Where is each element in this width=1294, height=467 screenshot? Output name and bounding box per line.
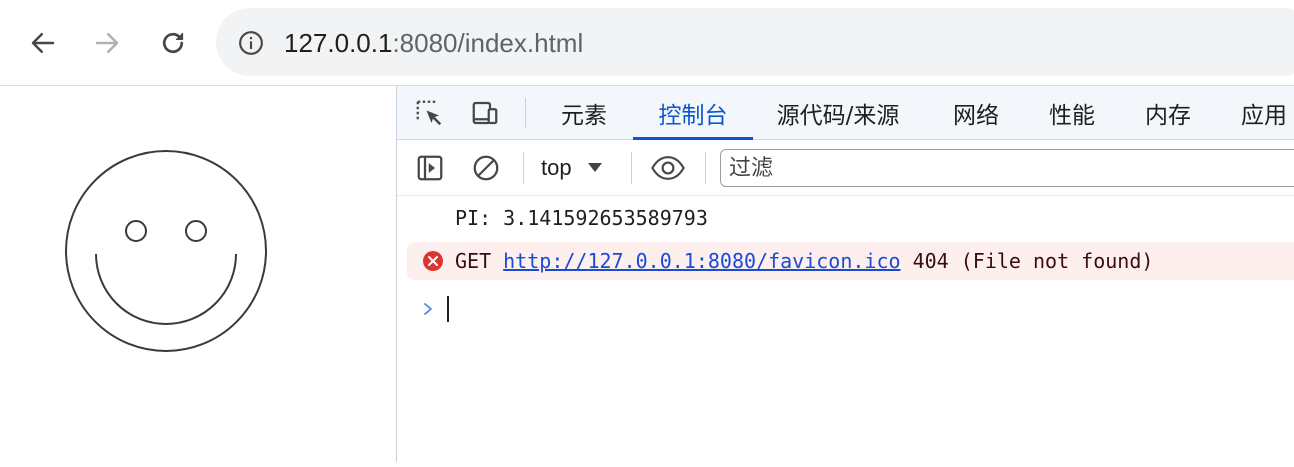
tab-network[interactable]: 网络 [939, 86, 1013, 140]
device-toolbar-button[interactable] [469, 97, 501, 129]
tab-bar-divider [525, 98, 526, 128]
clear-console-button[interactable] [469, 151, 503, 185]
console-prompt[interactable] [421, 294, 449, 324]
console-toolbar: top [397, 140, 1294, 196]
context-selector[interactable]: top [541, 152, 602, 184]
forward-icon [95, 33, 119, 53]
tab-console[interactable]: 控制台 [633, 86, 753, 140]
inspect-element-icon [416, 100, 442, 126]
error-status: 404 (File not found) [912, 249, 1154, 273]
smiley-face-drawing [65, 150, 267, 352]
error-icon [423, 251, 443, 271]
live-expression-button[interactable] [649, 151, 687, 185]
reload-button[interactable] [152, 22, 194, 64]
tab-sources[interactable]: 源代码/来源 [767, 86, 909, 140]
url-path: :8080/index.html [392, 28, 584, 58]
console-filter[interactable] [720, 149, 1294, 187]
tab-elements[interactable]: 元素 [547, 86, 621, 140]
console-error-message: GET http://127.0.0.1:8080/favicon.ico 40… [407, 242, 1294, 280]
sidebar-toggle-icon [417, 155, 443, 181]
face-outline [65, 150, 267, 352]
forward-button[interactable] [86, 22, 128, 64]
page-viewport [0, 86, 396, 462]
show-sidebar-button[interactable] [413, 151, 447, 185]
device-toolbar-icon [472, 101, 498, 125]
inspect-element-button[interactable] [413, 97, 445, 129]
console-toolbar-divider [631, 152, 632, 184]
url-host: 127.0.0.1 [284, 28, 393, 58]
site-info-icon[interactable] [238, 30, 264, 56]
back-icon [31, 33, 55, 53]
tab-application[interactable]: 应用 [1227, 86, 1294, 140]
console-toolbar-divider [523, 152, 524, 184]
address-bar[interactable]: 127.0.0.1:8080/index.html [216, 8, 1294, 76]
text-cursor [447, 296, 449, 322]
right-eye [185, 220, 207, 242]
chevron-right-icon [424, 303, 432, 315]
tab-performance[interactable]: 性能 [1035, 86, 1109, 140]
eye-icon [651, 156, 685, 180]
error-text: GET http://127.0.0.1:8080/favicon.ico 40… [455, 249, 1153, 273]
error-method: GET [455, 249, 492, 273]
clear-console-icon [473, 155, 499, 181]
tab-memory[interactable]: 内存 [1131, 86, 1205, 140]
dropdown-caret-icon [587, 162, 602, 172]
devtools-panel: 元素 控制台 源代码/来源 网络 性能 内存 应用 top 过滤 PI: 3.1… [396, 86, 1294, 462]
console-toolbar-divider [705, 152, 706, 184]
browser-toolbar: 127.0.0.1:8080/index.html [0, 0, 1294, 86]
filter-input[interactable] [721, 150, 1294, 186]
devtools-tab-bar: 元素 控制台 源代码/来源 网络 性能 内存 应用 [397, 86, 1294, 140]
error-url-link[interactable]: http://127.0.0.1:8080/favicon.ico [503, 249, 900, 273]
left-eye [125, 220, 147, 242]
back-button[interactable] [22, 22, 64, 64]
smile [95, 253, 237, 325]
reload-icon [162, 32, 184, 54]
console-log-message: PI: 3.141592653589793 [455, 206, 708, 230]
context-selector-label: top [541, 155, 572, 180]
url-text[interactable]: 127.0.0.1:8080/index.html [284, 28, 583, 58]
console-messages: PI: 3.141592653589793 GET http://127.0.0… [397, 196, 1294, 462]
